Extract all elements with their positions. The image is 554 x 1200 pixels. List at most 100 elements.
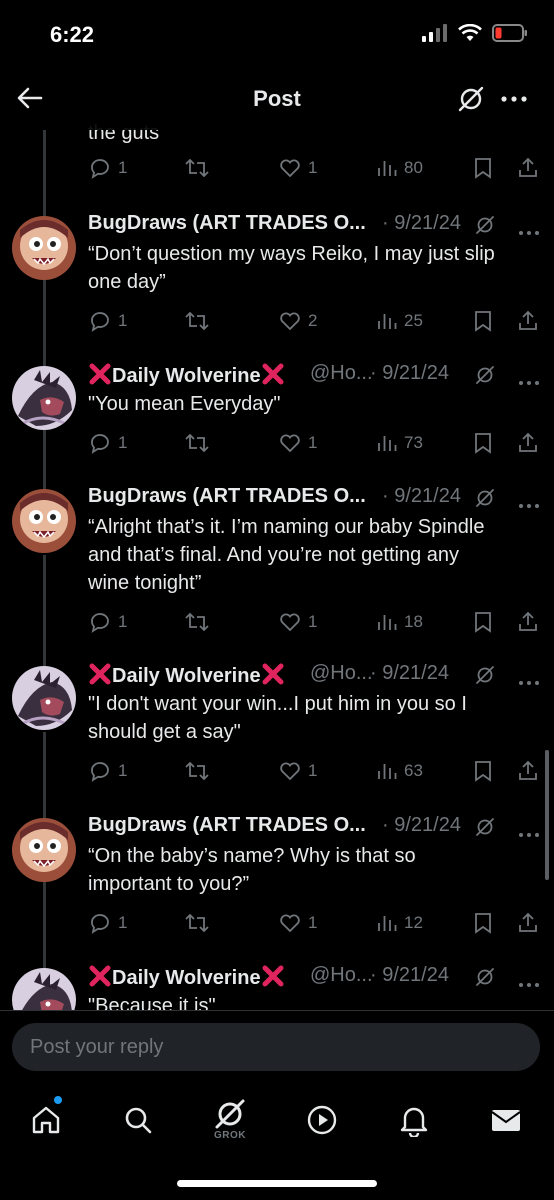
scrollbar[interactable] (545, 750, 549, 880)
reply-button[interactable]: 1 (88, 306, 127, 336)
tweet[interactable]: Daily Wolverine @Ho... · 9/21/24 "Because i… (0, 962, 554, 1010)
grok-explain-button[interactable] (474, 664, 496, 686)
tweet[interactable]: Daily Wolverine @Ho... · 9/21/24 "I don't w… (0, 660, 554, 810)
bookmark-button[interactable] (472, 153, 494, 183)
author-name[interactable]: Daily Wolverine (88, 662, 285, 688)
tweet-more-button[interactable] (518, 493, 540, 508)
repost-button[interactable] (184, 756, 210, 786)
reply-button[interactable]: 1 (88, 428, 127, 458)
views-icon (378, 615, 397, 630)
more-icon (519, 983, 539, 987)
author-name-text: Daily Wolverine (112, 967, 261, 989)
tweet-date[interactable]: · 9/21/24 (370, 662, 449, 685)
like-button[interactable]: 1 (278, 428, 317, 458)
author-handle[interactable]: @Ho... (310, 964, 373, 987)
tweet-more-button[interactable] (518, 220, 540, 235)
nav-search[interactable] (118, 1100, 158, 1140)
reply-icon (91, 613, 109, 633)
views-button[interactable]: 63 (376, 756, 423, 786)
bookmark-button[interactable] (472, 607, 494, 637)
grok-explain-button[interactable] (474, 214, 496, 236)
author-handle[interactable]: @Ho... (310, 362, 373, 385)
like-button[interactable]: 1 (278, 153, 317, 183)
nav-notifications[interactable] (394, 1100, 434, 1140)
bookmark-button[interactable] (472, 428, 494, 458)
author-handle[interactable]: @Ho... (310, 662, 373, 685)
avatar[interactable] (12, 818, 76, 882)
reply-input[interactable]: Post your reply (12, 1023, 540, 1071)
author-name[interactable]: Daily Wolverine (88, 362, 285, 388)
like-button[interactable]: 1 (278, 908, 317, 938)
tweet-more-button[interactable] (518, 670, 540, 685)
grok-explain-button[interactable] (474, 816, 496, 838)
share-button[interactable] (516, 607, 540, 637)
grok-explain-button[interactable] (474, 364, 496, 386)
author-name[interactable]: Daily Wolverine (88, 964, 285, 990)
reply-icon (91, 434, 109, 454)
views-icon (378, 314, 397, 329)
grok-icon (476, 489, 494, 507)
like-count: 1 (308, 158, 318, 177)
repost-button[interactable] (184, 153, 210, 183)
avatar[interactable] (12, 489, 76, 553)
share-button[interactable] (516, 153, 540, 183)
grok-explain-button[interactable] (474, 487, 496, 509)
more-options-button[interactable] (500, 88, 528, 110)
views-button[interactable]: 18 (376, 607, 423, 637)
author-name[interactable]: BugDraws (ART TRADES O... (88, 485, 366, 508)
grok-button[interactable] (456, 84, 486, 114)
tweet-date[interactable]: · 9/21/24 (382, 212, 461, 235)
share-button[interactable] (516, 756, 540, 786)
like-button[interactable]: 2 (278, 306, 317, 336)
tweet-date[interactable]: · 9/21/24 (370, 362, 449, 385)
tweet-more-button[interactable] (518, 822, 540, 837)
tweet-date[interactable]: · 9/21/24 (370, 964, 449, 987)
reply-button[interactable]: 1 (88, 153, 127, 183)
reply-button[interactable]: 1 (88, 607, 127, 637)
share-button[interactable] (516, 908, 540, 938)
views-button[interactable]: 80 (376, 153, 423, 183)
avatar[interactable] (12, 666, 76, 730)
nav-messages[interactable] (486, 1100, 526, 1140)
bookmark-button[interactable] (472, 908, 494, 938)
avatar[interactable] (12, 216, 76, 280)
repost-icon (185, 311, 209, 331)
avatar[interactable] (12, 968, 76, 1010)
tweet[interactable]: BugDraws (ART TRADES O... · 9/21/24 “Alrig… (0, 483, 554, 633)
bookmark-button[interactable] (472, 756, 494, 786)
repost-icon (185, 158, 209, 178)
tweet-text-line: one day” (88, 271, 166, 293)
reply-button[interactable]: 1 (88, 756, 127, 786)
author-name[interactable]: BugDraws (ART TRADES O... (88, 814, 366, 837)
views-count: 80 (404, 158, 423, 177)
repost-button[interactable] (184, 306, 210, 336)
repost-button[interactable] (184, 908, 210, 938)
share-button[interactable] (516, 306, 540, 336)
avatar[interactable] (12, 366, 76, 430)
tweet[interactable]: BugDraws (ART TRADES O... · 9/21/24 “On th… (0, 812, 554, 962)
nav-video[interactable] (302, 1100, 342, 1140)
nav-home[interactable] (26, 1100, 66, 1140)
tweet-date[interactable]: · 9/21/24 (382, 814, 461, 837)
red-x-icon (262, 363, 284, 385)
views-button[interactable]: 25 (376, 306, 423, 336)
nav-grok[interactable] (210, 1094, 250, 1134)
tweet-date[interactable]: · 9/21/24 (382, 485, 461, 508)
repost-button[interactable] (184, 428, 210, 458)
author-name[interactable]: BugDraws (ART TRADES O... (88, 212, 366, 235)
grok-explain-button[interactable] (474, 966, 496, 988)
repost-button[interactable] (184, 607, 210, 637)
share-button[interactable] (516, 428, 540, 458)
tweet[interactable]: BugDraws (ART TRADES O... · 9/21/24 “Don’t… (0, 210, 554, 360)
reply-button[interactable]: 1 (88, 908, 127, 938)
bookmark-button[interactable] (472, 306, 494, 336)
views-button[interactable]: 73 (376, 428, 423, 458)
views-button[interactable]: 12 (376, 908, 423, 938)
share-icon (519, 760, 537, 780)
like-button[interactable]: 1 (278, 607, 317, 637)
views-count: 73 (404, 433, 423, 452)
tweet-more-button[interactable] (518, 370, 540, 385)
red-x-icon (89, 965, 111, 987)
tweet-more-button[interactable] (518, 972, 540, 987)
like-button[interactable]: 1 (278, 756, 317, 786)
